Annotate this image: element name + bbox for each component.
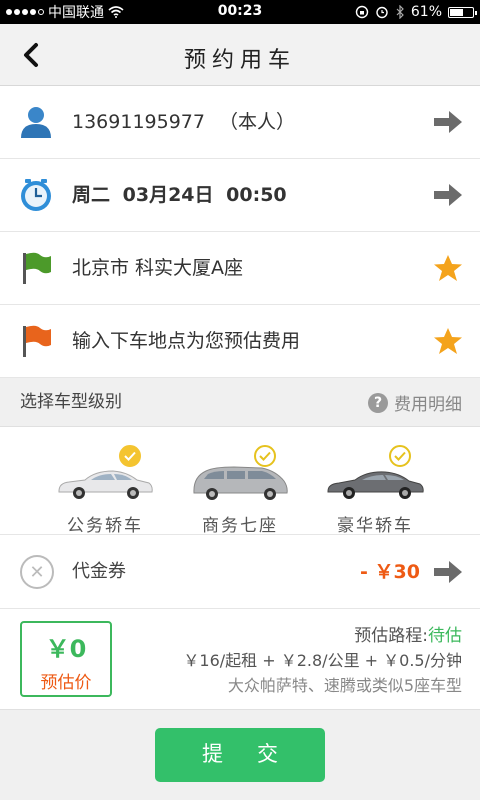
- route-estimate: 预估路程:待估: [354, 621, 462, 646]
- status-bar: 中国联通 00:23 61%: [0, 0, 480, 24]
- route-label: 预估路程:: [354, 626, 428, 646]
- estimated-price-box: ￥0 预估价: [20, 621, 112, 697]
- close-circle-icon: ✕: [20, 555, 54, 589]
- fee-detail-link[interactable]: ? 费用明细: [368, 378, 462, 427]
- passenger-phone: 13691195977: [72, 111, 205, 133]
- passenger-tag: （本人）: [219, 111, 296, 133]
- pickup-row[interactable]: 北京市 科实大厦A座: [0, 232, 480, 305]
- car-type-selector: 公务轿车 商务七座 豪华轿车: [0, 427, 480, 536]
- estimated-price: ￥0: [45, 635, 87, 663]
- battery-icon: [448, 6, 477, 18]
- route-status: 待估: [428, 626, 462, 646]
- sedan-car-icon: [58, 470, 153, 499]
- page-title: 预约用车: [183, 48, 296, 73]
- star-icon[interactable]: [432, 327, 464, 355]
- battery-percent: 61%: [410, 4, 442, 20]
- time-row[interactable]: 周二 03月24日 00:50: [0, 159, 480, 232]
- model-info: 大众帕萨特、速腾或类似5座车型: [227, 676, 462, 695]
- rotation-lock-icon: [355, 5, 369, 19]
- luxury-car-icon: [327, 471, 424, 499]
- pickup-time: 周二 03月24日 00:50: [72, 159, 287, 232]
- car-label-mpv: 商务七座: [202, 516, 278, 536]
- question-icon: ?: [368, 392, 388, 413]
- car-label-sedan: 公务轿车: [67, 516, 143, 536]
- nav-bar: 预约用车: [0, 24, 480, 86]
- coupon-row[interactable]: ✕ 代金券 - ￥30: [0, 535, 480, 609]
- passenger-row[interactable]: 13691195977 （本人）: [0, 86, 480, 159]
- car-type-title: 选择车型级别: [20, 392, 122, 412]
- alarm-icon: [376, 6, 388, 19]
- estimated-price-label: 预估价: [40, 673, 92, 693]
- mpv-car-icon: [193, 466, 288, 500]
- fee-detail-label: 费用明细: [394, 395, 462, 415]
- rate-info: ￥16/起租 + ￥2.8/公里 + ￥0.5/分钟: [183, 651, 462, 670]
- pickup-location: 北京市 科实大厦A座: [72, 257, 244, 279]
- passenger-info: 13691195977 （本人）: [72, 86, 295, 159]
- pickup-date: 03月24日: [122, 184, 214, 206]
- car-type-header: 选择车型级别 ? 费用明细: [0, 378, 480, 427]
- pickup-clock: 00:50: [226, 184, 287, 206]
- clock-icon: [21, 179, 51, 211]
- dropoff-input[interactable]: 输入下车地点为您预估费用: [72, 305, 300, 378]
- estimate-area: ￥0 预估价 预估路程:待估 ￥16/起租 + ￥2.8/公里 + ￥0.5/分…: [0, 609, 480, 710]
- arrow-right-icon[interactable]: [432, 108, 464, 136]
- car-option-luxury[interactable]: 豪华轿车: [315, 443, 435, 536]
- dropoff-row[interactable]: 输入下车地点为您预估费用: [0, 305, 480, 378]
- orange-flag-icon: [23, 325, 51, 357]
- green-flag-icon: [23, 252, 51, 284]
- submit-button[interactable]: 提交: [155, 728, 325, 782]
- coupon-label: 代金券: [72, 561, 126, 582]
- bluetooth-icon: [396, 5, 404, 19]
- car-option-sedan[interactable]: 公务轿车: [45, 443, 165, 536]
- arrow-right-icon[interactable]: [432, 181, 464, 209]
- arrow-right-icon[interactable]: [432, 558, 464, 586]
- pickup-weekday: 周二: [72, 184, 111, 206]
- star-icon[interactable]: [432, 254, 464, 282]
- status-right: 61%: [355, 0, 477, 24]
- coupon-amount: - ￥30: [360, 561, 420, 583]
- car-label-luxury: 豪华轿车: [337, 516, 413, 536]
- car-option-mpv[interactable]: 商务七座: [180, 443, 300, 536]
- person-icon: [21, 107, 51, 138]
- battery-level-fill: [450, 8, 464, 16]
- bottom-bar: 提交: [0, 710, 480, 800]
